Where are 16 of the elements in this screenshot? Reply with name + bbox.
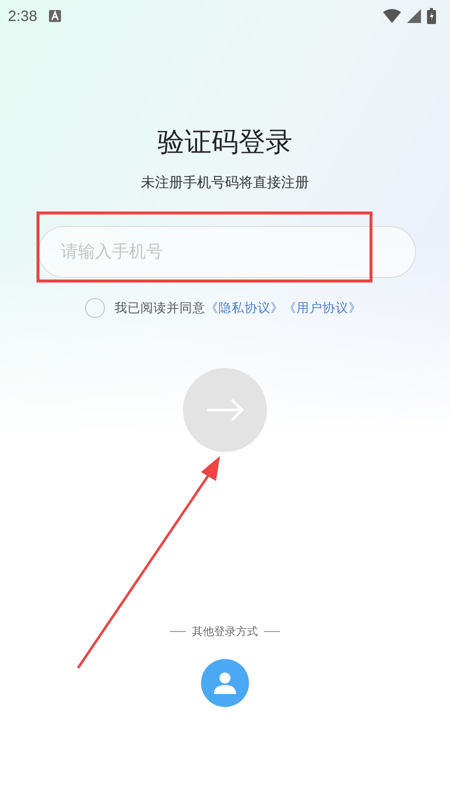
person-icon	[212, 670, 238, 696]
wifi-icon	[383, 9, 401, 23]
account-login-button[interactable]	[201, 659, 249, 707]
subtitle: 未注册手机号码将直接注册	[141, 174, 309, 192]
status-time: 2:38	[8, 8, 38, 24]
agreement-link[interactable]: 《用户协议》	[284, 300, 362, 314]
other-login-label: 其他登录方式	[192, 624, 258, 639]
arrow-right-icon	[206, 399, 244, 421]
agreement-checkbox[interactable]	[84, 298, 104, 318]
phone-input-field[interactable]: 请输入手机号	[38, 226, 416, 278]
signal-icon	[407, 9, 421, 23]
page-title: 验证码登录	[158, 126, 292, 160]
battery-icon	[427, 8, 436, 24]
agreement-link[interactable]: 《隐私协议》	[206, 300, 284, 314]
notification-icon	[49, 10, 62, 22]
agreement-text: 我已阅读并同意《隐私协议》《用户协议》	[114, 300, 362, 316]
